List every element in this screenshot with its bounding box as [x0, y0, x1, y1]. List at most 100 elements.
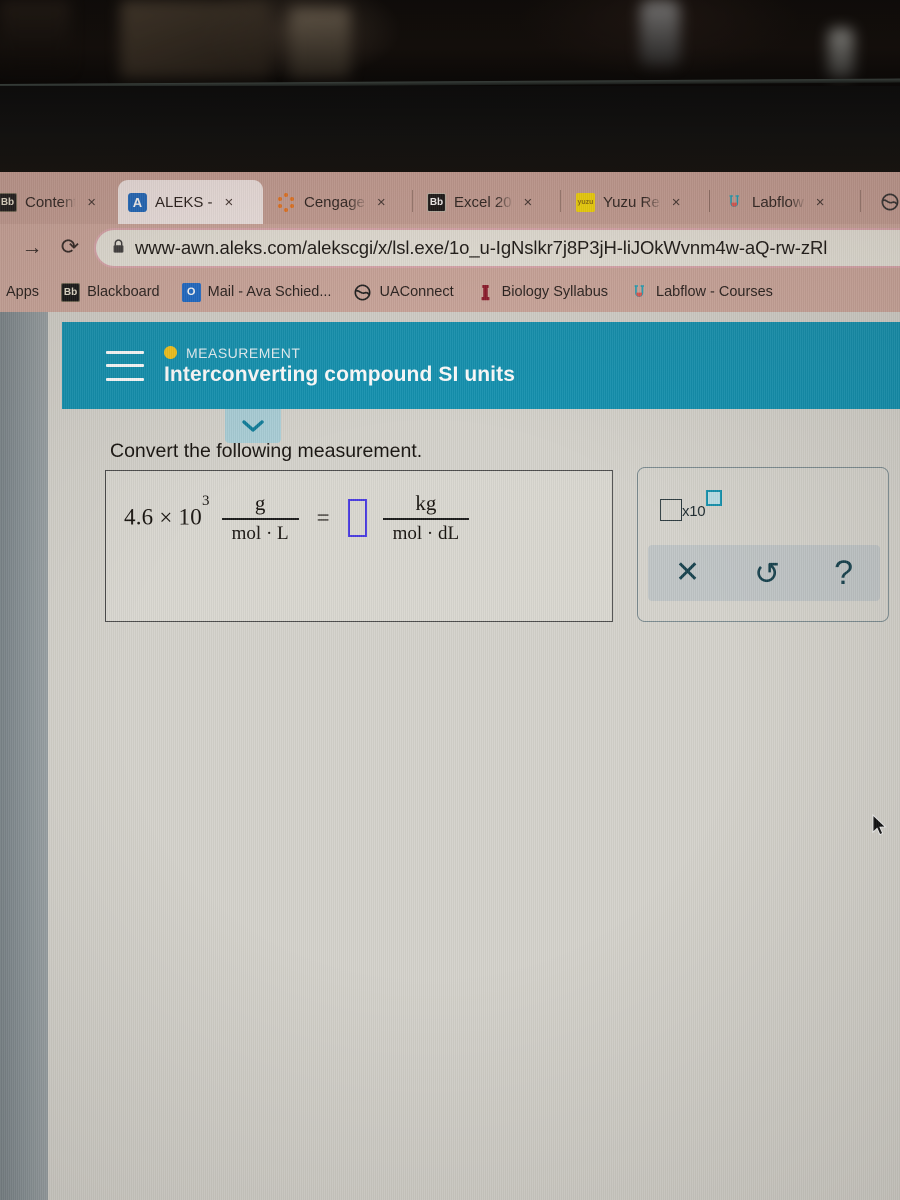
room-blur-shape — [120, 0, 270, 78]
mouse-pointer-icon — [872, 813, 888, 838]
exponent-value: 3 — [201, 493, 210, 510]
sci-exponent-placeholder — [706, 490, 723, 506]
tab-label: Labflow — [752, 193, 804, 211]
bookmark-apps[interactable]: Apps — [0, 284, 50, 300]
tab-label: Excel 20 — [454, 193, 512, 211]
tab-excel[interactable]: Bb Excel 20 × — [417, 180, 557, 224]
yuzu-icon: yuzu — [576, 192, 595, 212]
globe-icon — [353, 283, 372, 302]
cengage-icon — [277, 192, 296, 212]
bookmark-label: Biology Syllabus — [501, 284, 609, 300]
left-denominator: mol · L — [231, 522, 289, 544]
base-value: 10 — [178, 505, 202, 531]
tab-separator — [709, 190, 710, 212]
tab-close-icon[interactable]: × — [87, 194, 96, 211]
bookmark-label: Labflow - Courses — [656, 284, 773, 300]
sci-x10-label: x10 — [682, 503, 706, 520]
answer-input[interactable] — [347, 498, 367, 537]
left-fraction: g mol · L — [221, 491, 299, 545]
tab-overflow[interactable] — [870, 180, 900, 224]
tab-yuzu[interactable]: yuzu Yuzu Re × — [566, 180, 706, 224]
chevron-down-icon — [242, 420, 264, 432]
globe-icon — [880, 193, 899, 212]
room-blur-shape — [640, 0, 680, 66]
forward-icon[interactable]: → — [18, 234, 46, 262]
tab-close-icon[interactable]: × — [816, 194, 825, 211]
blackboard-icon: Bb — [61, 282, 81, 302]
navigation-bar: → ⟳ www-awn.aleks.com/alekscgi/x/lsl.exe… — [0, 224, 900, 272]
toolbox-action-row: ✕ ↺ ? — [648, 545, 880, 601]
tab-label: ALEKS - — [155, 193, 213, 211]
equation-panel: 4.6 × 103 g mol · L = kg mol · dL — [105, 470, 613, 622]
bookmark-biology-syllabus[interactable]: Biology Syllabus — [465, 283, 619, 302]
tab-label: Yuzu Re — [603, 193, 660, 211]
right-denominator: mol · dL — [392, 522, 460, 544]
collapse-toggle[interactable] — [225, 409, 281, 443]
labflow-icon — [725, 193, 744, 212]
tab-close-icon[interactable]: × — [377, 194, 386, 211]
tab-close-icon[interactable]: × — [524, 194, 533, 211]
tab-content[interactable]: Bb Content × — [0, 180, 106, 224]
tab-close-icon[interactable]: × — [672, 194, 681, 211]
coefficient-value: 4.6 — [124, 505, 154, 531]
aleks-page: MEASUREMENT Interconverting compound SI … — [0, 312, 900, 1200]
topic-label: MEASUREMENT — [186, 344, 301, 361]
header-texts: MEASUREMENT Interconverting compound SI … — [164, 345, 515, 387]
url-text: www-awn.aleks.com/alekscgi/x/lsl.exe/1o_… — [135, 237, 828, 258]
tab-cengage[interactable]: Cengage × — [267, 180, 409, 224]
question-prompt: Convert the following measurement. — [110, 440, 423, 462]
scientific-notation-button[interactable]: x10 — [660, 490, 723, 524]
tab-separator — [560, 190, 561, 212]
equation: 4.6 × 103 g mol · L = kg mol · dL — [124, 491, 473, 545]
right-fraction: kg mol · dL — [382, 491, 470, 545]
bookmark-mail[interactable]: O Mail - Ava Schied... — [171, 282, 343, 302]
address-bar[interactable]: www-awn.aleks.com/alekscgi/x/lsl.exe/1o_… — [96, 230, 900, 266]
outlook-icon: O — [181, 282, 201, 302]
clear-button[interactable]: ✕ — [665, 558, 710, 588]
tab-label: Content — [25, 193, 76, 211]
bookmark-label: UAConnect — [379, 284, 454, 300]
sci-base-placeholder — [660, 499, 682, 521]
aleks-topic-header: MEASUREMENT Interconverting compound SI … — [62, 322, 900, 409]
page-content: MEASUREMENT Interconverting compound SI … — [48, 312, 900, 1200]
labflow-icon — [630, 283, 649, 302]
bookmark-label: Mail - Ava Schied... — [207, 284, 332, 300]
reload-icon[interactable]: ⟳ — [56, 233, 84, 261]
bio-icon — [476, 283, 495, 302]
blackboard-icon: Bb — [0, 192, 17, 212]
topic-row: MEASUREMENT — [164, 345, 515, 361]
hamburger-icon[interactable] — [106, 350, 144, 381]
bookmark-uaconnect[interactable]: UAConnect — [342, 283, 464, 302]
bookmark-labflow[interactable]: Labflow - Courses — [619, 283, 784, 302]
bookmark-label: Blackboard — [87, 284, 160, 300]
answer-toolbox: x10 ✕ ↺ ? — [637, 467, 889, 622]
tab-separator — [860, 190, 861, 212]
undo-button[interactable]: ↺ — [744, 558, 790, 589]
bookmark-blackboard[interactable]: Bb Blackboard — [50, 282, 171, 302]
browser-chrome: Bb Content × A ALEKS - × Cengage × Bb Ex… — [0, 172, 900, 312]
tab-close-icon[interactable]: × — [225, 194, 234, 211]
topic-status-dot — [164, 346, 177, 359]
room-blur-shape — [828, 28, 854, 78]
bookmarks-bar: Apps Bb Blackboard O Mail - Ava Schied..… — [0, 272, 900, 312]
tab-labflow[interactable]: Labflow × — [715, 180, 855, 224]
tab-label: Cengage — [304, 193, 365, 211]
laptop-bezel — [0, 86, 900, 174]
page-title: Interconverting compound SI units — [164, 362, 515, 386]
bookmark-label: Apps — [6, 284, 40, 300]
help-button[interactable]: ? — [824, 556, 863, 590]
equals-symbol: = — [316, 504, 330, 530]
left-rail — [0, 312, 48, 1200]
room-background — [0, 0, 900, 86]
tab-strip: Bb Content × A ALEKS - × Cengage × Bb Ex… — [0, 172, 900, 224]
coefficient-expression: 4.6 × 103 — [124, 493, 210, 531]
tab-separator — [412, 190, 413, 212]
excel-icon: Bb — [427, 192, 446, 212]
left-numerator: g — [254, 491, 266, 515]
screenshot-root: Bb Content × A ALEKS - × Cengage × Bb Ex… — [0, 0, 900, 1200]
tab-aleks[interactable]: A ALEKS - × — [118, 180, 263, 224]
right-numerator: kg — [415, 491, 437, 515]
lock-icon — [112, 239, 125, 257]
times-symbol: × — [159, 505, 173, 531]
aleks-icon: A — [128, 192, 147, 212]
